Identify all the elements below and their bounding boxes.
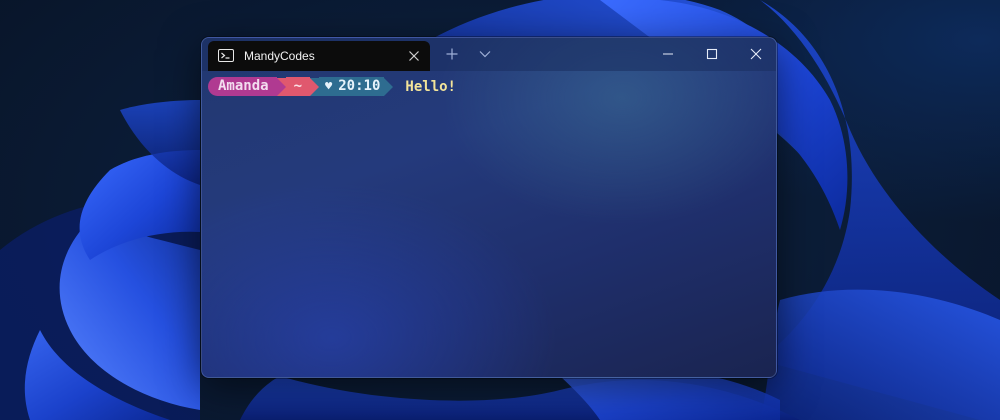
terminal-output-area[interactable]: Amanda ~ ♥ 20:10 Hello! — [202, 71, 776, 377]
prompt-separator-arrow — [276, 77, 286, 96]
tab-mandycodes[interactable]: MandyCodes — [208, 41, 430, 71]
close-icon[interactable] — [749, 47, 763, 61]
prompt-line: Amanda ~ ♥ 20:10 Hello! — [208, 77, 456, 96]
terminal-window: MandyCodes Amanda ~ ♥ 20:10 Hello! — [201, 37, 777, 378]
heart-icon: ♥ — [325, 79, 333, 93]
tab-title: MandyCodes — [244, 49, 315, 63]
plus-icon[interactable] — [446, 48, 458, 60]
prompt-path-segment: ~ — [285, 77, 311, 96]
title-bar[interactable]: MandyCodes — [202, 38, 776, 71]
maximize-icon[interactable] — [705, 47, 719, 61]
prompt-time-segment: ♥ 20:10 — [319, 77, 385, 96]
prompt-user-segment: Amanda — [208, 77, 277, 96]
prompt-separator-arrow — [310, 77, 320, 96]
prompt-separator-arrow — [384, 77, 394, 96]
minimize-icon[interactable] — [661, 47, 675, 61]
prompt-time: 20:10 — [338, 78, 381, 94]
close-icon[interactable] — [408, 50, 420, 62]
desktop: MandyCodes Amanda ~ ♥ 20:10 Hello! — [0, 0, 1000, 420]
chevron-down-icon[interactable] — [479, 50, 491, 58]
terminal-output-text: Hello! — [405, 78, 456, 95]
powershell-icon — [218, 49, 234, 62]
